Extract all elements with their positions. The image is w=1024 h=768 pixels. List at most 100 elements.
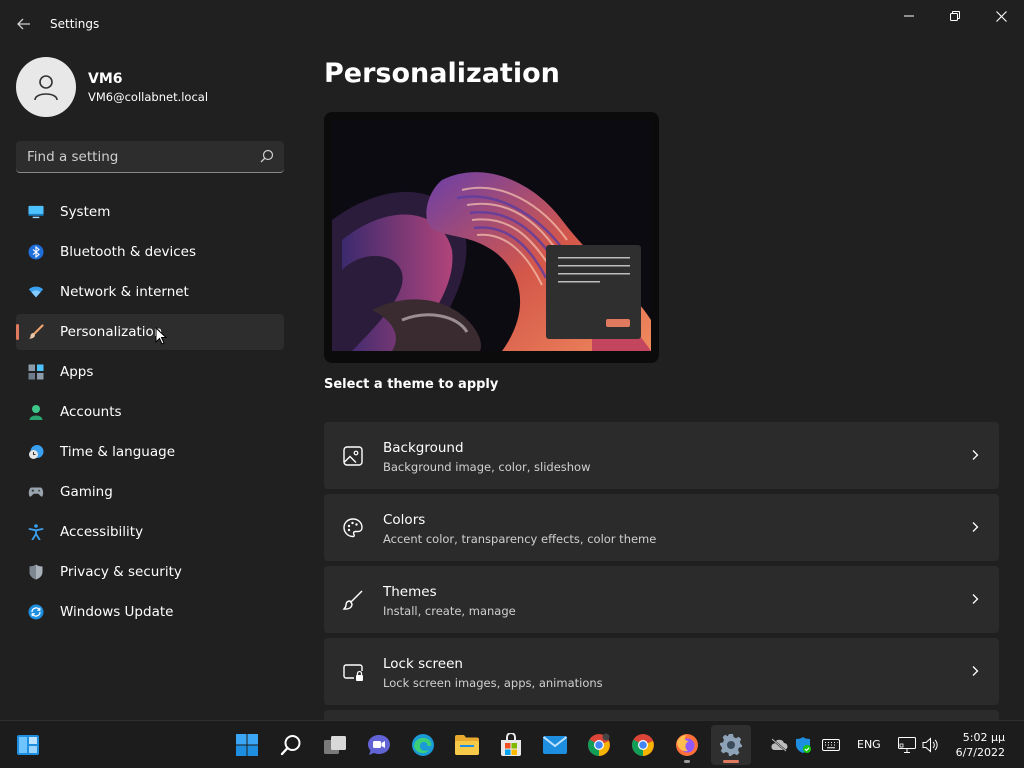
bluetooth-icon [28, 244, 44, 260]
task-view-icon [324, 736, 346, 754]
settings-cards: Background Background image, color, slid… [324, 422, 999, 710]
profile-email: VM6@collabnet.local [88, 89, 209, 104]
update-icon [28, 604, 44, 620]
clock-time: 5:02 μμ [962, 731, 1005, 744]
sidebar-item-label: Windows Update [60, 604, 174, 620]
restore-button[interactable] [932, 0, 978, 32]
mouse-cursor-icon [155, 327, 167, 345]
background-card[interactable]: Background Background image, color, slid… [324, 422, 999, 489]
sidebar-item-apps[interactable]: Apps [16, 354, 284, 390]
mail-button[interactable] [535, 725, 575, 765]
speaker-icon [922, 737, 938, 753]
colors-card[interactable]: Colors Accent color, transparency effect… [324, 494, 999, 561]
active-indicator [723, 760, 739, 763]
user-profile[interactable]: VM6 VM6@collabnet.local [16, 57, 208, 117]
network-icon [898, 737, 916, 753]
network-status-button[interactable] [897, 735, 917, 755]
accessibility-icon [28, 524, 44, 540]
restore-icon [950, 11, 960, 21]
sidebar-item-label: Bluetooth & devices [60, 244, 197, 260]
sidebar-item-bluetooth[interactable]: Bluetooth & devices [16, 234, 284, 270]
clock[interactable]: 5:02 μμ 6/7/2022 [956, 730, 1005, 760]
wallpaper-bloom-image [332, 120, 651, 351]
app-title: Settings [50, 17, 100, 31]
palette-icon [343, 518, 363, 538]
chrome-icon [632, 734, 654, 756]
defender-shield-icon [796, 737, 811, 753]
apps-icon [28, 364, 44, 380]
card-title: Lock screen [383, 656, 463, 672]
card-subtitle: Install, create, manage [383, 604, 516, 618]
file-explorer-button[interactable] [447, 725, 487, 765]
task-view-button[interactable] [315, 725, 355, 765]
firefox-button[interactable] [667, 725, 707, 765]
sidebar-item-accounts[interactable]: Accounts [16, 394, 284, 430]
close-button[interactable] [978, 0, 1024, 32]
sidebar-item-network[interactable]: Network & internet [16, 274, 284, 310]
sidebar-item-privacy-security[interactable]: Privacy & security [16, 554, 284, 590]
sidebar-item-label: Accounts [60, 404, 122, 420]
settings-button[interactable] [711, 725, 751, 765]
chrome-profile-button[interactable] [579, 725, 619, 765]
card-title: Colors [383, 512, 426, 528]
lock-screen-icon [343, 664, 363, 681]
store-button[interactable] [491, 725, 531, 765]
edge-icon [412, 734, 434, 756]
brush-icon [28, 324, 44, 340]
wallpaper-preview [332, 120, 651, 351]
title-bar: Settings [0, 0, 1024, 48]
card-subtitle: Lock screen images, apps, animations [383, 676, 603, 690]
touch-keyboard-button[interactable] [821, 735, 841, 755]
close-icon [995, 10, 1007, 22]
gamepad-icon [28, 484, 44, 500]
store-icon [501, 733, 521, 756]
search-input[interactable] [16, 141, 256, 172]
sidebar-item-time-language[interactable]: Time & language [16, 434, 284, 470]
cloud-offline-icon [771, 738, 788, 752]
start-button[interactable] [227, 725, 267, 765]
security-status-button[interactable] [793, 735, 813, 755]
chevron-right-icon [972, 594, 979, 604]
cloud-offline-button[interactable] [769, 735, 789, 755]
taskbar-search-button[interactable] [271, 725, 311, 765]
sidebar-item-label: Personalization [60, 324, 163, 340]
sidebar-item-label: Apps [60, 364, 94, 380]
clock-date: 6/7/2022 [955, 746, 1005, 759]
search-box [16, 141, 284, 173]
widgets-button[interactable] [8, 725, 48, 765]
start-icon [236, 734, 258, 756]
theme-preview [324, 112, 659, 363]
edge-button[interactable] [403, 725, 443, 765]
sidebar-item-system[interactable]: System [16, 194, 284, 230]
minimize-icon [904, 15, 914, 17]
minimize-button[interactable] [886, 0, 932, 32]
lock-screen-card[interactable]: Lock screen Lock screen images, apps, an… [324, 638, 999, 705]
volume-button[interactable] [921, 735, 941, 755]
firefox-icon [676, 734, 698, 756]
running-indicator [684, 760, 690, 763]
back-button[interactable] [10, 10, 38, 38]
monitor-icon [28, 204, 44, 220]
chevron-right-icon [972, 450, 979, 460]
chrome-button[interactable] [623, 725, 663, 765]
chat-button[interactable] [359, 725, 399, 765]
search-icon [280, 735, 301, 756]
sidebar-item-label: Gaming [60, 484, 113, 500]
input-language-indicator[interactable]: ENG [857, 738, 881, 751]
sidebar-item-label: Time & language [60, 444, 176, 460]
sidebar-item-label: Accessibility [60, 524, 144, 540]
sidebar-item-personalization[interactable]: Personalization [16, 314, 284, 350]
sidebar-item-accessibility[interactable]: Accessibility [16, 514, 284, 550]
image-icon [343, 446, 363, 466]
sidebar-item-label: Network & internet [60, 284, 189, 300]
sidebar-item-gaming[interactable]: Gaming [16, 474, 284, 510]
settings-icon [720, 734, 742, 756]
brush-icon [342, 590, 363, 610]
search-icon[interactable] [260, 149, 274, 163]
chevron-right-icon [972, 666, 979, 676]
themes-card[interactable]: Themes Install, create, manage [324, 566, 999, 633]
sidebar-item-windows-update[interactable]: Windows Update [16, 594, 284, 630]
next-card-partial[interactable] [324, 710, 999, 720]
card-subtitle: Background image, color, slideshow [383, 460, 591, 474]
mail-icon [542, 736, 568, 754]
